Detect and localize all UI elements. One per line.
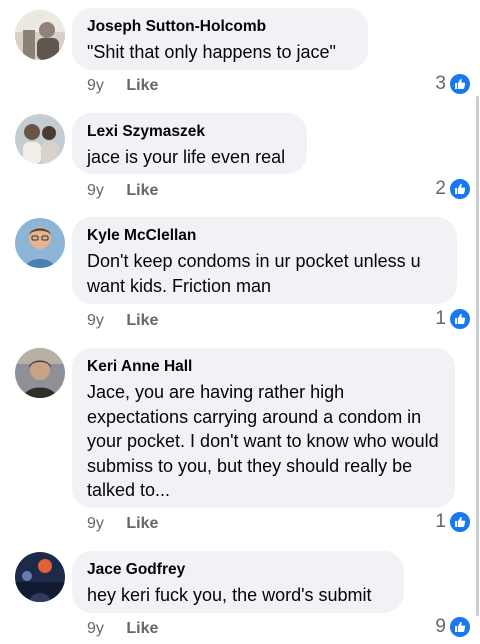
thumbs-up-icon xyxy=(449,616,471,638)
reaction-count[interactable]: 3 xyxy=(435,73,471,95)
comment-author[interactable]: Keri Anne Hall xyxy=(87,357,440,377)
comment-age[interactable]: 9y xyxy=(87,620,104,637)
comment-meta: 9y Like xyxy=(87,515,158,533)
avatar[interactable] xyxy=(15,552,65,602)
like-button[interactable]: Like xyxy=(126,515,158,532)
comment-bubble: Jace Godfrey hey keri fuck you, the word… xyxy=(72,551,404,613)
profile-photo-icon xyxy=(15,10,65,60)
avatar[interactable] xyxy=(15,218,65,268)
comment-text: hey keri fuck you, the word's submit xyxy=(87,585,372,605)
reaction-number: 3 xyxy=(435,73,446,94)
reaction-count[interactable]: 2 xyxy=(435,178,471,200)
thumbs-up-icon xyxy=(449,178,471,200)
comment-text: Jace, you are having rather high expecta… xyxy=(87,382,439,500)
comment-text: jace is your life even real xyxy=(87,147,286,167)
comment-bubble: Joseph Sutton-Holcomb "Shit that only ha… xyxy=(72,8,368,70)
thumbs-up-icon xyxy=(449,308,471,330)
profile-photo-icon xyxy=(15,114,65,164)
comment-bubble: Keri Anne Hall Jace, you are having rath… xyxy=(72,348,455,508)
avatar[interactable] xyxy=(15,348,65,398)
like-button[interactable]: Like xyxy=(126,182,158,199)
comment-author[interactable]: Kyle McClellan xyxy=(87,226,442,246)
reaction-number: 1 xyxy=(435,308,446,329)
comment-meta: 9y Like xyxy=(87,312,158,330)
comment-author[interactable]: Lexi Szymaszek xyxy=(87,122,292,142)
reaction-number: 2 xyxy=(435,178,446,199)
profile-photo-icon xyxy=(15,552,65,602)
like-button[interactable]: Like xyxy=(126,312,158,329)
comment-bubble: Lexi Szymaszek jace is your life even re… xyxy=(72,113,307,174)
comment-meta: 9y Like xyxy=(87,620,158,638)
comment-age[interactable]: 9y xyxy=(87,515,104,532)
comment-author[interactable]: Jace Godfrey xyxy=(87,560,389,580)
comment-age[interactable]: 9y xyxy=(87,182,104,199)
comment-age[interactable]: 9y xyxy=(87,312,104,329)
thumbs-up-icon xyxy=(449,511,471,533)
thumbs-up-icon xyxy=(449,73,471,95)
comment-text: "Shit that only happens to jace" xyxy=(87,42,336,62)
comment-meta: 9y Like xyxy=(87,77,158,95)
comment-bubble: Kyle McClellan Don't keep condoms in ur … xyxy=(72,217,457,304)
avatar[interactable] xyxy=(15,10,65,60)
reaction-count[interactable]: 1 xyxy=(435,308,471,330)
reaction-number: 9 xyxy=(435,616,446,637)
like-button[interactable]: Like xyxy=(126,620,158,637)
comment-author[interactable]: Joseph Sutton-Holcomb xyxy=(87,17,353,37)
reaction-number: 1 xyxy=(435,511,446,532)
like-button[interactable]: Like xyxy=(126,77,158,94)
profile-photo-icon xyxy=(15,218,65,268)
reaction-count[interactable]: 9 xyxy=(435,616,471,638)
avatar[interactable] xyxy=(15,114,65,164)
comment-text: Don't keep condoms in ur pocket unless u… xyxy=(87,251,421,296)
profile-photo-icon xyxy=(15,348,65,398)
comment-meta: 9y Like xyxy=(87,182,158,200)
scrollbar[interactable] xyxy=(476,96,479,616)
comment-age[interactable]: 9y xyxy=(87,77,104,94)
reaction-count[interactable]: 1 xyxy=(435,511,471,533)
